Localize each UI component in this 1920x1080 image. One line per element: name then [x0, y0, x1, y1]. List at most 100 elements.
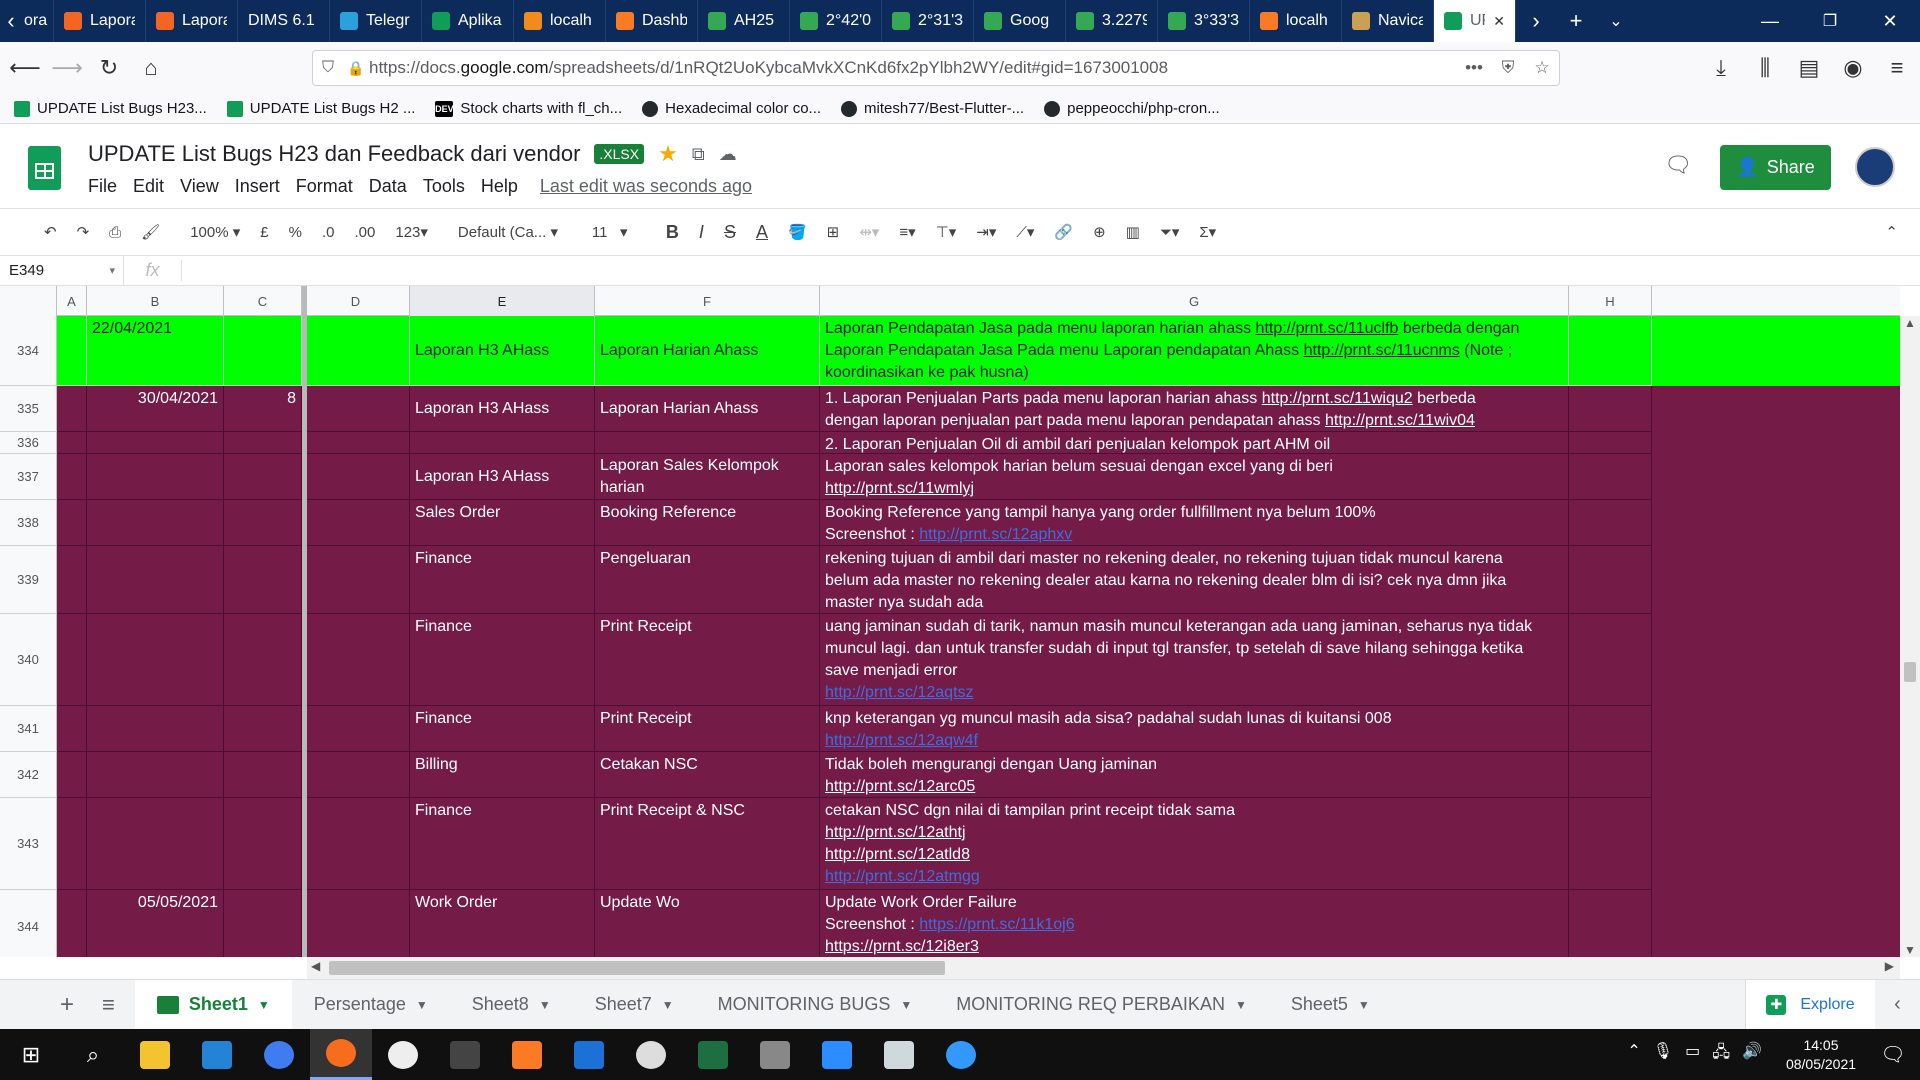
- screenshot-link[interactable]: http://prnt.sc/12arc05: [825, 778, 975, 795]
- cell-date[interactable]: [87, 798, 224, 890]
- menu-view[interactable]: View: [180, 176, 219, 197]
- cell-h[interactable]: [1569, 890, 1652, 957]
- browser-tab[interactable]: 2°42'0: [790, 0, 882, 42]
- row-header[interactable]: 334: [0, 316, 57, 386]
- cell-description[interactable]: Update Work Order Failure Screenshot : ht…: [820, 890, 1569, 957]
- clock[interactable]: 14:05 08/05/2021: [1776, 1036, 1866, 1074]
- sheets-logo-icon[interactable]: [28, 146, 61, 190]
- row-header[interactable]: 336: [0, 432, 57, 454]
- italic-button[interactable]: I: [691, 216, 712, 248]
- browser-tab[interactable]: Goog: [974, 0, 1066, 42]
- text-wrap-icon[interactable]: ⇥▾: [968, 216, 1004, 248]
- sheet-tab-sheet8[interactable]: Sheet8 ▼: [450, 980, 573, 1030]
- column-header-a[interactable]: A: [57, 286, 87, 316]
- minimize-icon[interactable]: —: [1740, 0, 1800, 42]
- menu-insert[interactable]: Insert: [235, 176, 280, 197]
- percent-button[interactable]: %: [281, 216, 310, 248]
- fill-color-icon[interactable]: 🪣: [780, 216, 815, 248]
- cell-date[interactable]: [87, 546, 224, 614]
- browser-tab[interactable]: Lapora: [146, 0, 238, 42]
- cell-a[interactable]: [57, 890, 87, 957]
- sheet-tab-sheet7[interactable]: Sheet7 ▼: [573, 980, 696, 1030]
- cell-a[interactable]: [57, 432, 87, 454]
- scroll-down-icon[interactable]: ▼: [1900, 943, 1920, 957]
- cell-h[interactable]: [1569, 706, 1652, 752]
- cell-submodule[interactable]: Laporan Harian Ahass: [595, 316, 820, 386]
- insert-comment-icon[interactable]: ⊕: [1085, 216, 1114, 248]
- network-icon[interactable]: 🖧: [1712, 1041, 1730, 1068]
- cell-module[interactable]: Billing: [410, 752, 595, 798]
- menu-tools[interactable]: Tools: [423, 176, 465, 197]
- browser-tab[interactable]: Telegr: [330, 0, 422, 42]
- cell-description[interactable]: Booking Reference yang tampil hanya yang…: [820, 500, 1569, 546]
- excel-icon[interactable]: [682, 1029, 744, 1080]
- cell-count[interactable]: [224, 752, 302, 798]
- sheet-tab-sheet5[interactable]: Sheet5 ▼: [1269, 980, 1392, 1030]
- star-icon[interactable]: ★: [658, 141, 678, 167]
- cell-module[interactable]: Finance: [410, 798, 595, 890]
- cell-d[interactable]: [302, 454, 410, 500]
- cell-module[interactable]: Finance: [410, 614, 595, 706]
- cell-submodule[interactable]: [595, 432, 820, 454]
- browser-tab[interactable]: DIMS 6.1: [238, 0, 330, 42]
- cell-module[interactable]: Finance: [410, 706, 595, 752]
- add-sheet-icon[interactable]: +: [0, 980, 94, 1030]
- firefox-icon[interactable]: [310, 1029, 372, 1080]
- column-header-g[interactable]: G: [820, 286, 1569, 316]
- sheet-tab-menu-icon[interactable]: ▼: [1235, 998, 1247, 1012]
- code-editor-icon[interactable]: [434, 1029, 496, 1080]
- doc-title[interactable]: UPDATE List Bugs H23 dan Feedback dari v…: [88, 141, 580, 167]
- safari-compass-icon[interactable]: [248, 1029, 310, 1080]
- insert-link-icon[interactable]: 🔗: [1046, 216, 1081, 248]
- browser-tab[interactable]: Aplika: [422, 0, 514, 42]
- cell-h[interactable]: [1569, 454, 1652, 500]
- github-taskbar-icon[interactable]: [620, 1029, 682, 1080]
- cell-h[interactable]: [1569, 614, 1652, 706]
- screenshot-link[interactable]: http://prnt.sc/12athtj: [825, 824, 966, 841]
- screenshot-link[interactable]: http://prnt.sc/12atld8: [825, 846, 970, 863]
- menu-edit[interactable]: Edit: [133, 176, 164, 197]
- column-header-b[interactable]: B: [87, 286, 224, 316]
- cell-description[interactable]: Laporan Pendapatan Jasa pada menu lapora…: [820, 316, 1569, 386]
- download-icon[interactable]: ⤓: [1700, 47, 1742, 89]
- row-header[interactable]: 338: [0, 500, 57, 546]
- vertical-scroll-thumb[interactable]: [1904, 662, 1916, 682]
- cell-a[interactable]: [57, 500, 87, 546]
- browser-tab[interactable]: localh: [514, 0, 606, 42]
- scroll-left-icon[interactable]: ◀: [311, 959, 320, 973]
- new-tab-icon[interactable]: +: [1556, 0, 1596, 42]
- currency-button[interactable]: £: [252, 216, 276, 248]
- cell-count[interactable]: [224, 890, 302, 957]
- tab-scroll-left-icon[interactable]: ‹: [0, 0, 22, 42]
- filter-icon[interactable]: ⏷▾: [1152, 216, 1188, 248]
- cell-date[interactable]: [87, 432, 224, 454]
- cell-description[interactable]: knp keterangan yg muncul masih ada sisa?…: [820, 706, 1569, 752]
- xampp-taskbar-icon[interactable]: [496, 1029, 558, 1080]
- windows-start-icon[interactable]: ⊞: [0, 1029, 62, 1080]
- cell-date[interactable]: [87, 500, 224, 546]
- scroll-up-icon[interactable]: ▲: [1900, 316, 1920, 330]
- paint-format-icon[interactable]: 🖌: [133, 216, 168, 248]
- sheet-tab-sheet1[interactable]: Sheet1 ▼: [134, 979, 292, 1030]
- sheet-tab-monitoring-bugs[interactable]: MONITORING BUGS ▼: [696, 980, 935, 1030]
- cell-count[interactable]: [224, 798, 302, 890]
- cell-module[interactable]: Laporan H3 AHass: [410, 454, 595, 500]
- cell-count[interactable]: 8: [224, 386, 302, 432]
- bookmark-item[interactable]: UPDATE List Bugs H2 ...: [226, 100, 415, 117]
- share-button[interactable]: 👤 Share: [1720, 145, 1831, 190]
- library-icon[interactable]: ⫼: [1744, 47, 1786, 89]
- cell-module[interactable]: Finance: [410, 546, 595, 614]
- menu-format[interactable]: Format: [296, 176, 353, 197]
- collapse-toolbar-icon[interactable]: ⌃: [1877, 216, 1906, 248]
- cell-d[interactable]: [302, 890, 410, 957]
- bookmark-item[interactable]: UPDATE List Bugs H23...: [14, 100, 207, 117]
- browser-tab[interactable]: AH25: [698, 0, 790, 42]
- explore-button[interactable]: ✚ Explore: [1745, 979, 1875, 1030]
- cell-submodule[interactable]: Cetakan NSC: [595, 752, 820, 798]
- browser-tab[interactable]: ora: [22, 0, 54, 42]
- row-header[interactable]: 340: [0, 614, 57, 706]
- cell-d[interactable]: [302, 614, 410, 706]
- cell-h[interactable]: [1569, 500, 1652, 546]
- scroll-right-icon[interactable]: ▶: [1885, 959, 1894, 973]
- url-bar[interactable]: ⛉ 🔒 https://docs.google.com/spreadsheets…: [312, 50, 1560, 86]
